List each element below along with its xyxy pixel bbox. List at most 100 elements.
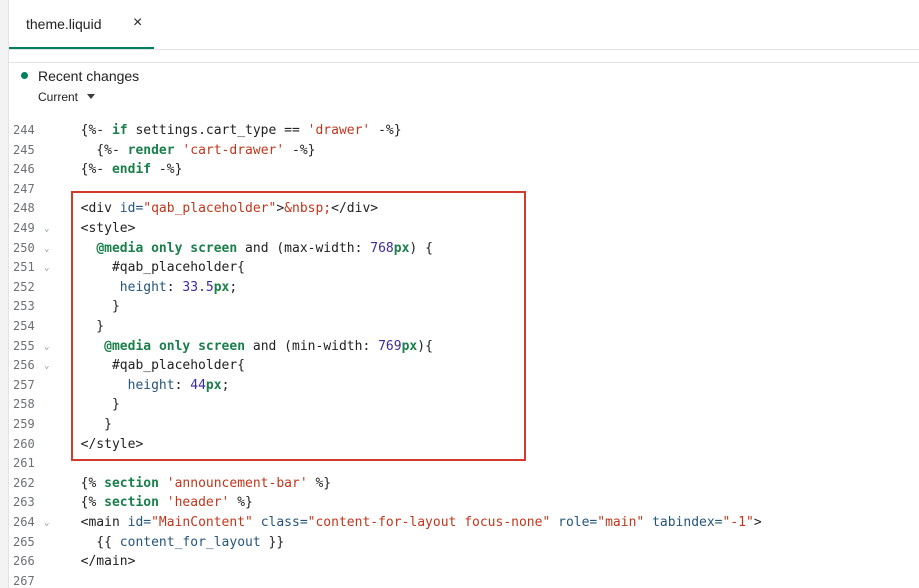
code-line[interactable]: 252 height: 33.5px; bbox=[9, 278, 919, 298]
code-line[interactable]: 245 {%- render 'cart-drawer' -%} bbox=[9, 141, 919, 161]
code-text: {%- endif -%} bbox=[65, 160, 183, 180]
code-token: 768 bbox=[370, 240, 394, 256]
code-text: {{ content_for_layout }} bbox=[65, 533, 284, 553]
code-token: height bbox=[127, 377, 175, 393]
code-text: <div id="qab_placeholder">&nbsp;</div> bbox=[65, 199, 378, 219]
code-line[interactable]: 257 height: 44px; bbox=[9, 376, 919, 396]
code-token: screen bbox=[198, 338, 246, 354]
code-token: "MainContent" bbox=[151, 515, 253, 530]
line-number: 251 bbox=[13, 260, 35, 275]
code-token: : bbox=[174, 377, 191, 393]
code-token: -%} bbox=[370, 123, 402, 138]
code-text: @media only screen and (max-width: 768px… bbox=[65, 239, 433, 259]
fold-chevron-icon[interactable]: ⌄ bbox=[44, 514, 49, 534]
code-token: 44 bbox=[190, 377, 206, 393]
code-text: <main id="MainContent" class="content-fo… bbox=[65, 513, 762, 533]
code-token: #qab_placeholder{ bbox=[65, 260, 246, 276]
code-token: px bbox=[401, 338, 418, 354]
code-text: } bbox=[65, 395, 120, 415]
code-line[interactable]: 262 {% section 'announcement-bar' %} bbox=[9, 474, 919, 494]
line-number: 258 bbox=[13, 397, 35, 412]
recent-changes-header: Recent changes Current bbox=[9, 62, 919, 116]
code-token: %} bbox=[229, 495, 253, 511]
code-line[interactable]: 260 </style> bbox=[9, 435, 919, 455]
line-number: 252 bbox=[13, 279, 35, 294]
line-number: 245 bbox=[13, 142, 35, 157]
code-text: } bbox=[65, 415, 112, 435]
code-token: {%- bbox=[65, 142, 128, 158]
code-token: > bbox=[753, 515, 762, 530]
code-line[interactable]: 251 ⌄ #qab_placeholder{ bbox=[9, 258, 919, 278]
line-number: 267 bbox=[13, 573, 35, 588]
code-token: section bbox=[104, 475, 159, 491]
code-text: @media only screen and (min-width: 769px… bbox=[65, 337, 433, 357]
code-token: content_for_layout bbox=[119, 534, 261, 550]
code-line[interactable]: 258 } bbox=[9, 395, 919, 415]
fold-chevron-icon[interactable]: ⌄ bbox=[44, 357, 49, 377]
code-line[interactable]: 259 } bbox=[9, 415, 919, 435]
chevron-down-icon bbox=[87, 94, 96, 99]
code-text: } bbox=[65, 297, 120, 317]
code-token: role= bbox=[558, 515, 598, 530]
recent-changes-title: Recent changes bbox=[38, 68, 140, 84]
code-token: 'announcement-bar' bbox=[166, 475, 308, 491]
code-token: settings.cart_type == bbox=[127, 123, 308, 138]
fold-chevron-icon[interactable]: ⌄ bbox=[44, 220, 49, 240]
tab-label[interactable]: theme.liquid bbox=[26, 16, 102, 32]
code-line[interactable]: 256 ⌄ #qab_placeholder{ bbox=[9, 356, 919, 376]
code-line[interactable]: 249 ⌄ <style> bbox=[9, 219, 919, 239]
code-text: {%- render 'cart-drawer' -%} bbox=[65, 141, 315, 161]
code-token: <main bbox=[65, 515, 128, 530]
line-number: 250 bbox=[13, 240, 35, 255]
code-token: px bbox=[393, 240, 410, 256]
code-token: {%- bbox=[65, 162, 112, 178]
line-number: 257 bbox=[13, 377, 35, 392]
code-token: } bbox=[65, 299, 120, 315]
code-text: } bbox=[65, 317, 104, 337]
code-line[interactable]: 248 <div id="qab_placeholder">&nbsp;</di… bbox=[9, 199, 919, 219]
close-icon[interactable]: × bbox=[133, 14, 142, 32]
code-editor[interactable]: 243 244 {%- if settings.cart_type == 'dr… bbox=[9, 115, 919, 588]
code-token: "main" bbox=[597, 515, 645, 530]
tab-theme-liquid[interactable]: theme.liquid × bbox=[9, 0, 154, 49]
code-line[interactable]: 247 bbox=[9, 180, 919, 200]
code-line[interactable]: 255 ⌄ @media only screen and (min-width: … bbox=[9, 337, 919, 357]
code-line[interactable]: 263 {% section 'header' %} bbox=[9, 493, 919, 513]
code-token: if bbox=[111, 123, 128, 138]
code-text: {%- if settings.cart_type == 'drawer' -%… bbox=[65, 121, 402, 141]
code-line[interactable]: 264 ⌄ <main id="MainContent" class="conte… bbox=[9, 513, 919, 533]
code-line[interactable]: 266 </main> bbox=[9, 552, 919, 572]
code-line[interactable]: 244 {%- if settings.cart_type == 'drawer… bbox=[9, 121, 919, 141]
code-token: } bbox=[65, 319, 105, 334]
code-line[interactable]: 250 ⌄ @media only screen and (max-width: … bbox=[9, 239, 919, 259]
code-token: render bbox=[127, 142, 175, 158]
code-token: : bbox=[166, 279, 183, 295]
line-number: 266 bbox=[13, 554, 35, 569]
code-token: endif bbox=[111, 162, 152, 178]
code-text: #qab_placeholder{ bbox=[65, 356, 245, 376]
fold-chevron-icon[interactable]: ⌄ bbox=[44, 338, 49, 358]
code-token: "-1" bbox=[722, 515, 754, 530]
code-line[interactable]: 267 bbox=[9, 572, 919, 588]
code-line[interactable]: 254 } bbox=[9, 317, 919, 337]
version-dropdown[interactable]: Current bbox=[38, 90, 96, 104]
code-token: 769 bbox=[378, 338, 402, 354]
code-line[interactable]: 246 {%- endif -%} bbox=[9, 160, 919, 180]
fold-chevron-icon[interactable]: ⌄ bbox=[44, 259, 49, 279]
line-number: 254 bbox=[13, 319, 35, 333]
line-number: 256 bbox=[13, 358, 35, 373]
code-token: px bbox=[205, 377, 222, 393]
fold-chevron-icon[interactable]: ⌄ bbox=[44, 240, 49, 260]
code-line[interactable]: 253 } bbox=[9, 297, 919, 317]
code-line[interactable]: 265 {{ content_for_layout }} bbox=[9, 533, 919, 553]
code-line[interactable]: 261 bbox=[9, 454, 919, 474]
code-token: 'cart-drawer' bbox=[182, 142, 285, 158]
